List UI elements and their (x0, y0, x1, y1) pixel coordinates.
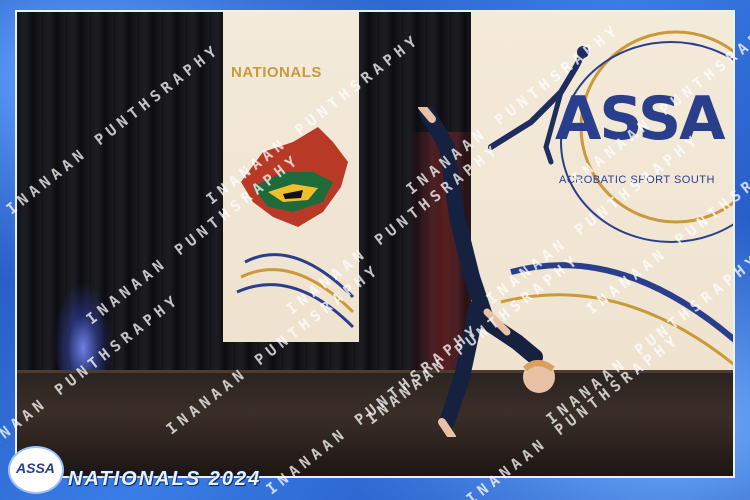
stage-edge (17, 370, 733, 373)
assa-badge-logo: ASSA (8, 446, 64, 494)
assa-banner-subtitle: ACROBATIC SPORT SOUTH (559, 174, 715, 186)
event-title: NATIONALS 2024 (68, 468, 262, 490)
assa-logo-text: ASSA (555, 84, 726, 154)
south-africa-map-icon (236, 127, 355, 329)
photo-frame: NATIONALS ASSA ACROBATIC SPORT SOUTH INA… (0, 0, 750, 500)
nationals-banner: NATIONALS (223, 12, 359, 342)
gymnast-figure (418, 107, 555, 437)
badge-text: ASSA (16, 460, 55, 476)
stage-photo: NATIONALS ASSA ACROBATIC SPORT SOUTH (15, 10, 735, 478)
stage-floor (17, 370, 733, 476)
